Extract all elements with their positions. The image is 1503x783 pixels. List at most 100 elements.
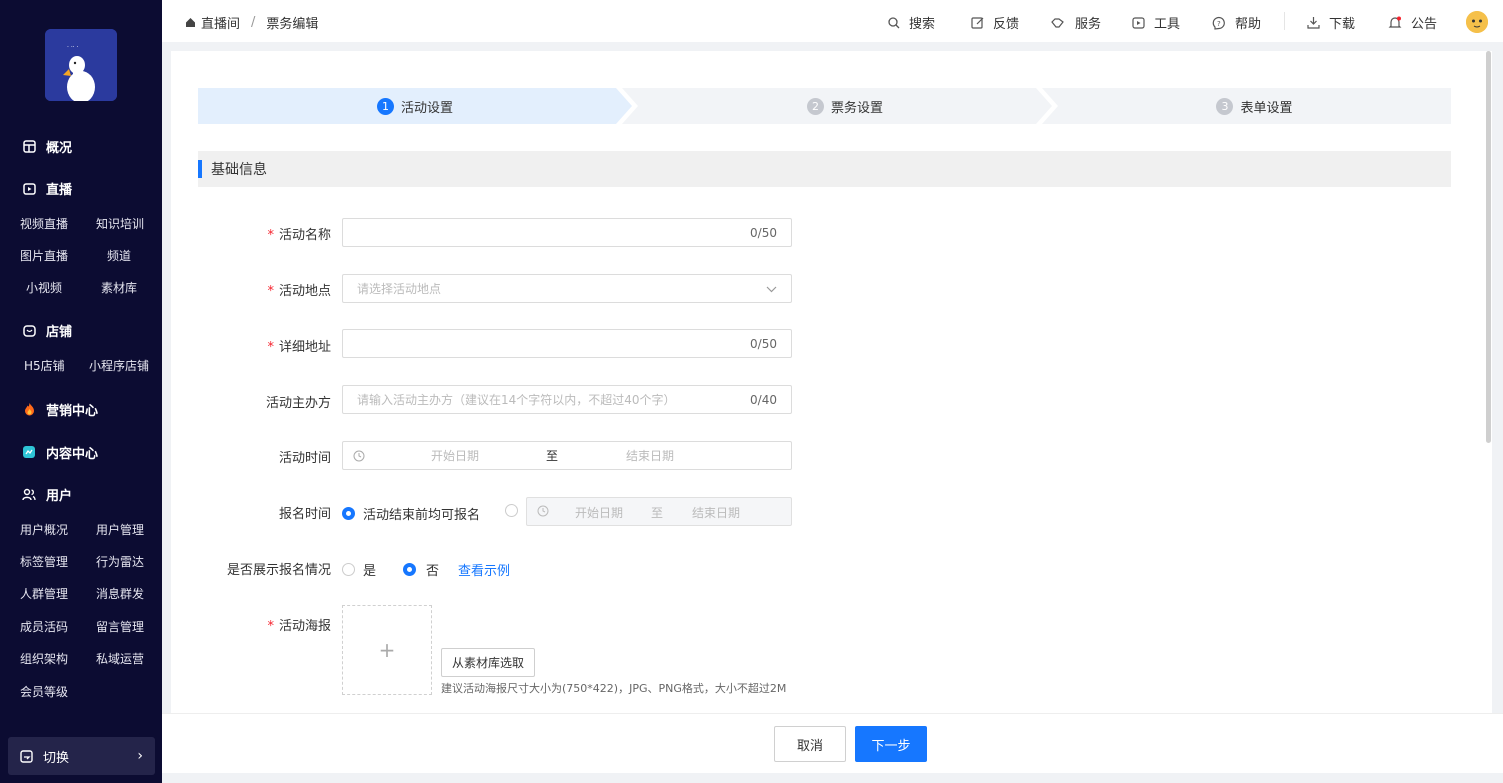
step-1[interactable]: 1 活动设置 xyxy=(198,88,632,124)
signup-option-custom-radio[interactable] xyxy=(505,504,518,517)
sidebar-item-miniapp-store[interactable]: 小程序店铺 xyxy=(89,357,149,374)
feedback-label: 反馈 xyxy=(993,17,1020,32)
sidebar-item-channel[interactable]: 频道 xyxy=(107,247,131,264)
radio-no-label: 否 xyxy=(426,564,440,579)
section-accent-bar xyxy=(198,160,202,178)
cancel-button[interactable]: 取消 xyxy=(774,726,846,762)
switch-icon xyxy=(20,749,33,763)
end-date-placeholder[interactable]: 结束日期 xyxy=(626,447,674,464)
dashboard-icon xyxy=(22,139,36,153)
svg-text:. .. .: . .. . xyxy=(67,42,79,49)
breadcrumb-home[interactable]: 直播间 xyxy=(201,13,240,32)
poster-label: * 活动海报 xyxy=(267,615,331,634)
radio-no[interactable] xyxy=(403,563,417,576)
sidebar-item-crowd-management[interactable]: 人群管理 xyxy=(20,585,68,602)
step-label: 活动设置 xyxy=(400,100,453,116)
label-text: 活动名称 xyxy=(278,228,331,243)
sidebar-item-photo-live[interactable]: 图片直播 xyxy=(20,247,68,264)
sidebar-item-member-level[interactable]: 会员等级 xyxy=(20,683,68,700)
char-counter: 0/50 xyxy=(750,336,777,351)
sidebar-section-overview[interactable]: 概况 xyxy=(22,136,72,156)
signup-option-until-end[interactable]: 活动结束前均可报名 xyxy=(342,504,480,523)
sidebar-section-marketing[interactable]: 营销中心 xyxy=(22,399,98,419)
char-counter: 0/50 xyxy=(750,225,777,240)
activity-location-select[interactable]: 请选择活动地点 xyxy=(342,274,792,303)
label-text: 活动海报 xyxy=(278,619,331,634)
activity-name-input[interactable]: 0/50 xyxy=(342,218,792,247)
sidebar-item-video-live[interactable]: 视频直播 xyxy=(20,215,68,232)
top-bar: 直播间 / 票务编辑 搜索 反馈 服务 工具 ? 帮助 下载 公告 xyxy=(162,0,1503,42)
sidebar-section-label: 营销中心 xyxy=(46,403,99,419)
show-signup-options: 是 否 查看示例 xyxy=(342,560,510,579)
help-icon: ? xyxy=(1212,16,1225,30)
scrollbar[interactable] xyxy=(1484,51,1492,713)
sidebar-item-h5-store[interactable]: H5店铺 xyxy=(24,357,65,374)
fire-icon xyxy=(22,402,36,416)
sidebar-item-material-library[interactable]: 素材库 xyxy=(101,279,137,296)
sidebar-section-store[interactable]: 店铺 xyxy=(22,320,72,340)
sidebar-item-mass-message[interactable]: 消息群发 xyxy=(96,585,144,602)
view-example-link[interactable]: 查看示例 xyxy=(458,560,510,579)
organizer-input[interactable]: 请输入活动主办方（建议在14个字符以内，不超过40个字） 0/40 xyxy=(342,385,792,414)
sidebar-section-label: 直播 xyxy=(46,182,73,198)
char-counter: 0/40 xyxy=(750,392,777,407)
step-3[interactable]: 3 表单设置 xyxy=(1058,88,1451,124)
organizer-label: 活动主办方 xyxy=(265,396,331,411)
sidebar-item-behavior-radar[interactable]: 行为雷达 xyxy=(96,553,144,570)
radio-selected[interactable] xyxy=(342,507,355,520)
required-mark: * xyxy=(267,340,274,355)
start-date-placeholder[interactable]: 开始日期 xyxy=(431,447,479,464)
store-icon xyxy=(22,323,36,337)
service-button[interactable]: 服务 xyxy=(1051,13,1101,32)
sidebar-item-tag-management[interactable]: 标签管理 xyxy=(20,553,68,570)
sidebar-item-short-video[interactable]: 小视频 xyxy=(26,279,62,296)
main-panel: 1 活动设置 2 票务设置 3 表单设置 基础信息 * 活动名称 0/50 * 活动… xyxy=(171,51,1492,713)
download-label: 下载 xyxy=(1329,17,1356,32)
step-label: 票务设置 xyxy=(830,100,883,116)
sidebar-section-users[interactable]: 用户 xyxy=(22,484,72,504)
user-avatar[interactable] xyxy=(1466,11,1488,33)
step-number: 1 xyxy=(376,97,394,115)
choose-from-library-button[interactable]: 从素材库选取 xyxy=(441,648,535,677)
home-icon xyxy=(185,17,196,28)
service-label: 服务 xyxy=(1075,17,1102,32)
notice-button[interactable]: 公告 xyxy=(1388,13,1437,32)
signup-time-label: 报名时间 xyxy=(278,507,331,522)
tools-tv-icon xyxy=(1132,17,1145,29)
section-title: 基础信息 xyxy=(211,162,267,178)
section-header: 基础信息 xyxy=(198,151,1451,187)
plus-icon: + xyxy=(378,638,396,662)
activity-date-range[interactable]: 开始日期 至 结束日期 xyxy=(342,441,792,470)
search-icon xyxy=(888,16,900,28)
sidebar-item-comment-management[interactable]: 留言管理 xyxy=(96,618,144,635)
detail-address-label: * 详细地址 xyxy=(267,336,331,355)
clock-icon xyxy=(353,450,365,462)
sidebar-item-user-overview[interactable]: 用户概况 xyxy=(20,521,68,538)
notice-label: 公告 xyxy=(1411,17,1438,32)
poster-upload[interactable]: + xyxy=(342,605,432,695)
input-placeholder: 请输入活动主办方（建议在14个字符以内，不超过40个字） xyxy=(357,393,676,407)
sidebar-section-content[interactable]: 内容中心 xyxy=(22,442,98,462)
help-button[interactable]: ? 帮助 xyxy=(1212,13,1261,32)
tools-label: 工具 xyxy=(1154,17,1181,32)
sidebar-item-training[interactable]: 知识培训 xyxy=(96,215,144,232)
sidebar-item-member-code[interactable]: 成员活码 xyxy=(20,618,68,635)
sidebar-section-live[interactable]: 直播 xyxy=(22,178,72,198)
next-step-button[interactable]: 下一步 xyxy=(855,726,927,762)
signup-date-range[interactable]: 开始日期 至 结束日期 xyxy=(526,497,792,526)
switch-button[interactable]: 切换 › xyxy=(8,737,155,775)
tools-button[interactable]: 工具 xyxy=(1132,13,1180,32)
sidebar-item-private-domain[interactable]: 私域运营 xyxy=(96,650,144,667)
sidebar-item-user-management[interactable]: 用户管理 xyxy=(96,521,144,538)
feedback-button[interactable]: 反馈 xyxy=(971,13,1019,32)
poster-hint: 建议活动海报尺寸大小为(750*422)，JPG、PNG格式，大小不超过2M xyxy=(441,682,787,695)
detail-address-input[interactable]: 0/50 xyxy=(342,329,792,358)
step-2[interactable]: 2 票务设置 xyxy=(638,88,1052,124)
scrollbar-thumb[interactable] xyxy=(1486,51,1491,443)
step-number: 3 xyxy=(1216,97,1234,115)
radio-yes[interactable] xyxy=(342,563,355,576)
download-button[interactable]: 下载 xyxy=(1307,13,1355,32)
topbar-divider xyxy=(1284,12,1285,30)
search-button[interactable]: 搜索 xyxy=(888,13,935,32)
sidebar-item-org-structure[interactable]: 组织架构 xyxy=(20,650,68,667)
